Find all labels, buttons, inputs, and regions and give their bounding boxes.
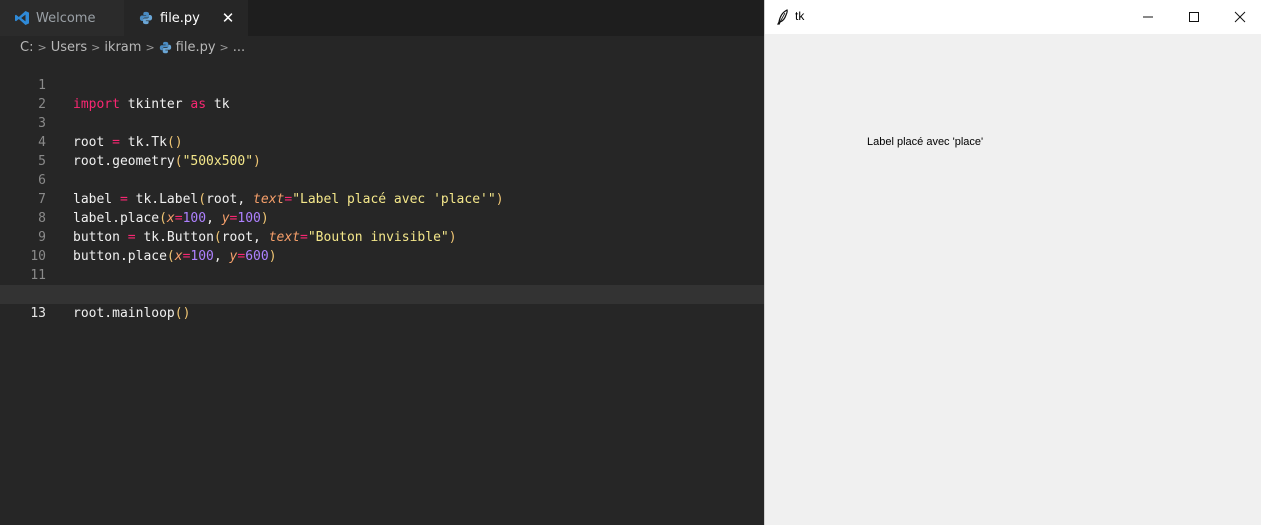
code-line[interactable]: 11 [0,247,764,283]
chevron-right-icon: > [219,40,229,54]
code-line[interactable]: 3 root = tk.Tk() [0,95,764,150]
code-line[interactable]: 6 label = tk.Label(root, text="Label pla… [0,152,764,207]
feather-icon [775,9,791,25]
code-line[interactable]: 12 root.mainloop() [0,266,764,321]
chevron-right-icon: > [145,40,155,54]
minimize-button[interactable] [1125,0,1171,34]
breadcrumb-users[interactable]: Users [51,40,87,55]
tk-titlebar[interactable]: tk [765,0,1261,34]
maximize-icon [1189,12,1199,22]
code-line-active[interactable]: 13 [0,285,764,321]
minimize-icon [1143,16,1153,18]
breadcrumb-symbol[interactable]: ... [233,40,245,55]
code-area[interactable]: 1 import tkinter as tk 2 3 root = tk.Tk(… [0,57,764,321]
breadcrumb-drive[interactable]: C: [20,40,33,55]
maximize-button[interactable] [1171,0,1217,34]
breadcrumb-file[interactable]: file.py [176,40,216,55]
code-line[interactable]: 8 button = tk.Button(root, text="Bouton … [0,190,764,245]
code-line[interactable]: 7 label.place(x=100, y=100) [0,171,764,226]
code-line[interactable]: 2 [0,76,764,112]
window-title: tk [795,9,805,23]
close-icon [1234,11,1246,23]
chevron-right-icon: > [37,40,47,54]
tab-welcome[interactable]: Welcome [0,0,124,36]
close-icon[interactable]: ✕ [220,10,236,26]
code-line[interactable]: 4 root.geometry("500x500") [0,114,764,169]
code-line[interactable]: 9 button.place(x=100, y=600) [0,209,764,264]
code-editor: Welcome file.py ✕ C: > Users > ikram > f… [0,0,764,525]
tk-window: tk Label placé avec 'place' [764,0,1261,525]
breadcrumb-ikram[interactable]: ikram [104,40,141,55]
line-number: 13 [30,306,46,321]
paren: ) [182,306,191,321]
code-line[interactable]: 5 [0,133,764,169]
code-line[interactable]: 10 [0,228,764,264]
identifier: root.mainloop [73,306,175,321]
chevron-right-icon: > [91,40,101,54]
tab-welcome-label: Welcome [36,10,96,26]
paren: ( [174,306,183,321]
window-close-button[interactable] [1217,0,1261,34]
breadcrumb: C: > Users > ikram > file.py > ... [0,36,764,58]
python-icon [138,10,154,26]
python-icon [159,41,172,54]
tab-file-py[interactable]: file.py ✕ [124,0,248,36]
tab-file-label: file.py [160,10,200,26]
tab-bar: Welcome file.py ✕ [0,0,764,36]
tk-label: Label placé avec 'place' [867,136,984,148]
vscode-icon [14,10,30,26]
code-line[interactable]: 1 import tkinter as tk [0,57,764,112]
